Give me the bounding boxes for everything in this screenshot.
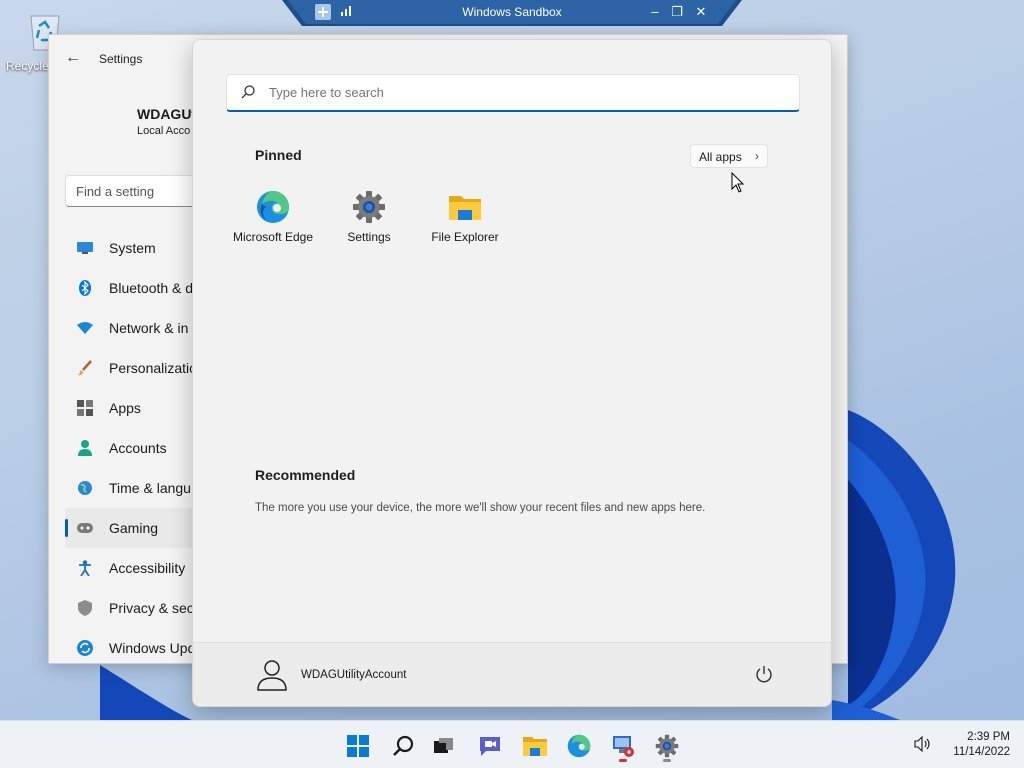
network-icon (77, 320, 93, 336)
clock-time: 2:39 PM (967, 731, 1010, 743)
system-icon (77, 240, 93, 256)
nav-item-personalization[interactable]: Personalizatio (65, 348, 205, 388)
start-search-box[interactable] (226, 74, 800, 112)
nav-item-privacy-security[interactable]: Privacy & secu (65, 588, 205, 628)
nav-item-label: Accessibility (109, 560, 186, 576)
globe-icon (77, 480, 93, 496)
settings-title: Settings (99, 52, 143, 66)
profile-name: WDAGUt (137, 106, 197, 122)
nav-item-label: Windows Upd (109, 640, 196, 656)
user-account-button[interactable]: WDAGUtilityAccount (255, 657, 406, 693)
avatar (257, 660, 287, 691)
pinned-app-file-explorer[interactable]: File Explorer (417, 190, 513, 244)
folder-icon (449, 196, 481, 220)
apps-icon (77, 400, 93, 416)
sandbox-restore-button[interactable]: ❐ (668, 4, 686, 20)
pinned-app-settings[interactable]: Settings (321, 190, 417, 244)
file-explorer-icon[interactable] (518, 729, 552, 763)
taskbar-search-icon[interactable] (386, 729, 420, 763)
taskbar: 2:39 PM 11/14/2022 (0, 720, 1024, 768)
accounts-icon (77, 440, 93, 456)
edge-icon (257, 191, 289, 223)
nav-item-label: Bluetooth & d (109, 280, 194, 296)
taskbar-clock[interactable]: 2:39 PM 11/14/2022 (940, 730, 1010, 760)
pinned-title: Pinned (255, 147, 302, 163)
nav-item-label: Apps (109, 400, 141, 416)
sandbox-title-bar[interactable]: Windows Sandbox – ❐ ✕ (282, 0, 742, 26)
user-name: WDAGUtilityAccount (301, 669, 407, 681)
all-apps-button[interactable]: All apps › (690, 144, 768, 168)
search-icon (241, 85, 255, 104)
brush-icon (77, 360, 93, 376)
chevron-right-icon: › (755, 149, 759, 163)
nav-item-gaming[interactable]: Gaming (65, 508, 205, 548)
recommended-title: Recommended (255, 467, 356, 483)
nav-item-time-language[interactable]: Time & langu (65, 468, 205, 508)
sandbox-close-button[interactable]: ✕ (692, 4, 710, 20)
start-search-input[interactable] (269, 85, 769, 100)
mouse-cursor-icon (731, 172, 745, 193)
nav-item-network[interactable]: Network & in (65, 308, 205, 348)
edge-taskbar-icon[interactable] (562, 729, 596, 763)
start-icon[interactable] (341, 729, 375, 763)
nav-item-bluetooth[interactable]: Bluetooth & d (65, 268, 205, 308)
nav-item-windows-update[interactable]: Windows Upd (65, 628, 205, 663)
sandbox-minimize-button[interactable]: – (646, 4, 664, 19)
nav-item-label: Accounts (109, 440, 167, 456)
volume-icon[interactable] (914, 735, 932, 757)
recommended-empty-text: The more you use your device, the more w… (255, 502, 706, 514)
settings-taskbar-icon[interactable] (650, 729, 684, 763)
gamepad-icon (77, 520, 93, 536)
clock-date: 11/14/2022 (953, 746, 1010, 758)
start-menu: Pinned All apps › Microsoft Edge Setting… (192, 39, 832, 707)
nav-item-apps[interactable]: Apps (65, 388, 205, 428)
settings-gear-icon (353, 191, 385, 223)
nav-item-system[interactable]: System (65, 228, 205, 268)
all-apps-label: All apps (699, 150, 742, 164)
nav-item-accounts[interactable]: Accounts (65, 428, 205, 468)
nav-item-accessibility[interactable]: Accessibility (65, 548, 205, 588)
power-icon[interactable] (755, 665, 773, 688)
shield-icon (77, 600, 93, 616)
remote-app-icon[interactable] (606, 729, 640, 763)
task-view-icon[interactable] (427, 729, 461, 763)
accessibility-icon (77, 560, 93, 576)
nav-item-label: Personalizatio (109, 360, 197, 376)
chat-icon[interactable] (473, 729, 507, 763)
pinned-app-label: File Explorer (431, 230, 499, 244)
pinned-app-edge[interactable]: Microsoft Edge (225, 190, 321, 244)
nav-item-label: System (109, 240, 156, 256)
nav-item-label: Privacy & secu (109, 600, 202, 616)
bluetooth-icon (77, 280, 93, 296)
nav-item-label: Time & langu (109, 480, 191, 496)
update-icon (77, 640, 93, 656)
back-arrow-icon[interactable]: ← (63, 49, 83, 69)
profile-account-type: Local Acco (137, 125, 191, 137)
nav-item-label: Gaming (109, 520, 159, 536)
pinned-app-label: Microsoft Edge (232, 230, 314, 244)
start-footer: WDAGUtilityAccount (193, 642, 831, 706)
settings-nav: System Bluetooth & d Network & in Person… (65, 228, 205, 663)
nav-item-label: Network & in (109, 320, 189, 336)
pinned-app-label: Settings (347, 230, 391, 244)
